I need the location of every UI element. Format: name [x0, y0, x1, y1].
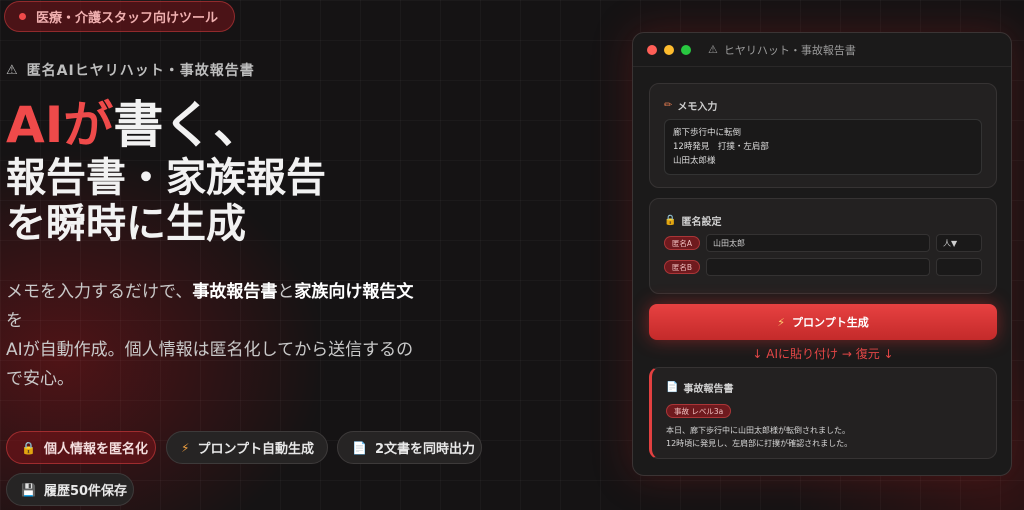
minimize-dot[interactable] — [664, 44, 674, 55]
memo-header-label: メモ入力 — [677, 102, 718, 113]
audience-badge: 医療・介護スタッフ向けツール — [4, 1, 236, 32]
memo-line: 廊下歩行中に転倒 — [673, 128, 742, 138]
warning-icon: ⚠ — [6, 62, 19, 78]
warning-icon: ⚠ — [708, 43, 718, 56]
floppy-disk-icon: 💾 — [21, 482, 36, 497]
desc-text-1: メモを入力するだけで、 — [6, 282, 193, 302]
heading-accent: AIが — [6, 96, 114, 154]
chip-anonymize[interactable]: 🔒 個人情報を匿名化 — [6, 431, 156, 464]
heading-line2: 報告書・家族報告 — [6, 155, 326, 201]
chip-label: 個人情報を匿名化 — [43, 442, 148, 457]
report-line: 本日、廊下歩行中に山田太郎様が転倒されました。 — [666, 426, 850, 435]
chip-label: プロンプト自動生成 — [197, 442, 315, 457]
memo-card: ✏ メモ入力 廊下歩行中に転倒 12時発見 打撲・左肩部 山田太郎様 — [649, 83, 997, 188]
anonymize-card: 🔒 匿名設定 匿名A 山田太郎 人▼ 匿名B — [649, 198, 997, 294]
memo-line: 12時発見 打撲・左肩部 — [673, 142, 769, 152]
anon-header: 🔒 匿名設定 — [664, 213, 721, 228]
badge-label: 医療・介護スタッフ向けツール — [36, 11, 219, 26]
lightning-icon: ⚡ — [777, 315, 786, 329]
lock-icon: 🔒 — [21, 440, 36, 455]
level-badge: 事故 レベル3a — [666, 404, 732, 418]
desc-bold-2: 家族向け報告文 — [294, 282, 414, 302]
generate-label: プロンプト生成 — [792, 316, 869, 329]
desc-text-4: AIが自動作成。個人情報は匿名化してから送信するので安心。 — [6, 340, 414, 389]
anon-name-input[interactable] — [706, 258, 930, 276]
lock-icon: 🔒 — [664, 215, 677, 226]
report-card: 📄 事故報告書 事故 レベル3a 本日、廊下歩行中に山田太郎様が転倒されました。… — [649, 367, 997, 459]
memo-textarea[interactable]: 廊下歩行中に転倒 12時発見 打撲・左肩部 山田太郎様 — [664, 119, 982, 175]
chip-label: 2文書を同時出力 — [374, 442, 475, 457]
maximize-dot[interactable] — [681, 44, 691, 55]
anon-header-label: 匿名設定 — [681, 217, 722, 228]
desc-bold-1: 事故報告書 — [192, 282, 278, 302]
desc-text-2: と — [277, 282, 295, 302]
chip-two-docs[interactable]: 📄 2文書を同時出力 — [337, 431, 482, 464]
chip-history[interactable]: 💾 履歴50件保存 — [6, 473, 134, 506]
lightning-icon: ⚡ — [181, 440, 190, 455]
memo-line: 山田太郎様 — [673, 156, 716, 166]
window-title: ⚠ ヒヤリハット・事故報告書 — [708, 42, 856, 58]
chip-prompt[interactable]: ⚡ プロンプト自動生成 — [166, 431, 328, 464]
memo-header: ✏ メモ入力 — [664, 98, 717, 113]
report-text: 本日、廊下歩行中に山田太郎様が転倒されました。 12時頃に発見し、左肩部に打撲が… — [666, 424, 986, 450]
badge-dot — [19, 13, 26, 20]
hero-heading: AIが書く、 報告書・家族報告 を瞬時に生成 — [6, 100, 326, 250]
report-line: 12時頃に発見し、左肩部に打撲が確認されました。 — [666, 439, 853, 448]
heading-line3: を瞬時に生成 — [6, 201, 246, 247]
anon-name-input[interactable]: 山田太郎 — [706, 234, 930, 252]
window-titlebar: ⚠ ヒヤリハット・事故報告書 — [633, 33, 1011, 67]
generate-prompt-button[interactable]: ⚡ プロンプト生成 — [649, 304, 997, 340]
close-dot[interactable] — [647, 44, 657, 55]
flow-indicator: ↓ AIに貼り付け → 復元 ↓ — [752, 347, 894, 361]
anon-type-select[interactable] — [936, 258, 982, 276]
heading-line1: 書く、 — [113, 96, 264, 154]
anon-row-a: 匿名A 山田太郎 人▼ — [664, 234, 982, 252]
anon-tag: 匿名B — [664, 260, 700, 274]
pencil-icon: ✏ — [664, 100, 673, 111]
app-window: ⚠ ヒヤリハット・事故報告書 ✏ メモ入力 廊下歩行中に転倒 12時発見 打撲・… — [632, 32, 1012, 476]
report-header-label: 事故報告書 — [683, 384, 734, 395]
desc-text-3: を — [6, 311, 23, 331]
hero-description: メモを入力するだけで、事故報告書と家族向け報告文を AIが自動作成。個人情報は匿… — [6, 278, 426, 394]
eyebrow: ⚠ 匿名AIヒヤリハット・事故報告書 — [6, 60, 255, 80]
document-icon: 📄 — [666, 382, 679, 393]
anon-type-select[interactable]: 人▼ — [936, 234, 982, 252]
window-title-text: ヒヤリハット・事故報告書 — [723, 43, 856, 57]
eyebrow-label: 匿名AIヒヤリハット・事故報告書 — [26, 63, 255, 79]
anon-row-b: 匿名B — [664, 258, 982, 276]
chip-label: 履歴50件保存 — [43, 484, 128, 499]
document-icon: 📄 — [352, 440, 367, 455]
anon-tag: 匿名A — [664, 236, 700, 250]
report-header: 📄 事故報告書 — [666, 380, 733, 395]
